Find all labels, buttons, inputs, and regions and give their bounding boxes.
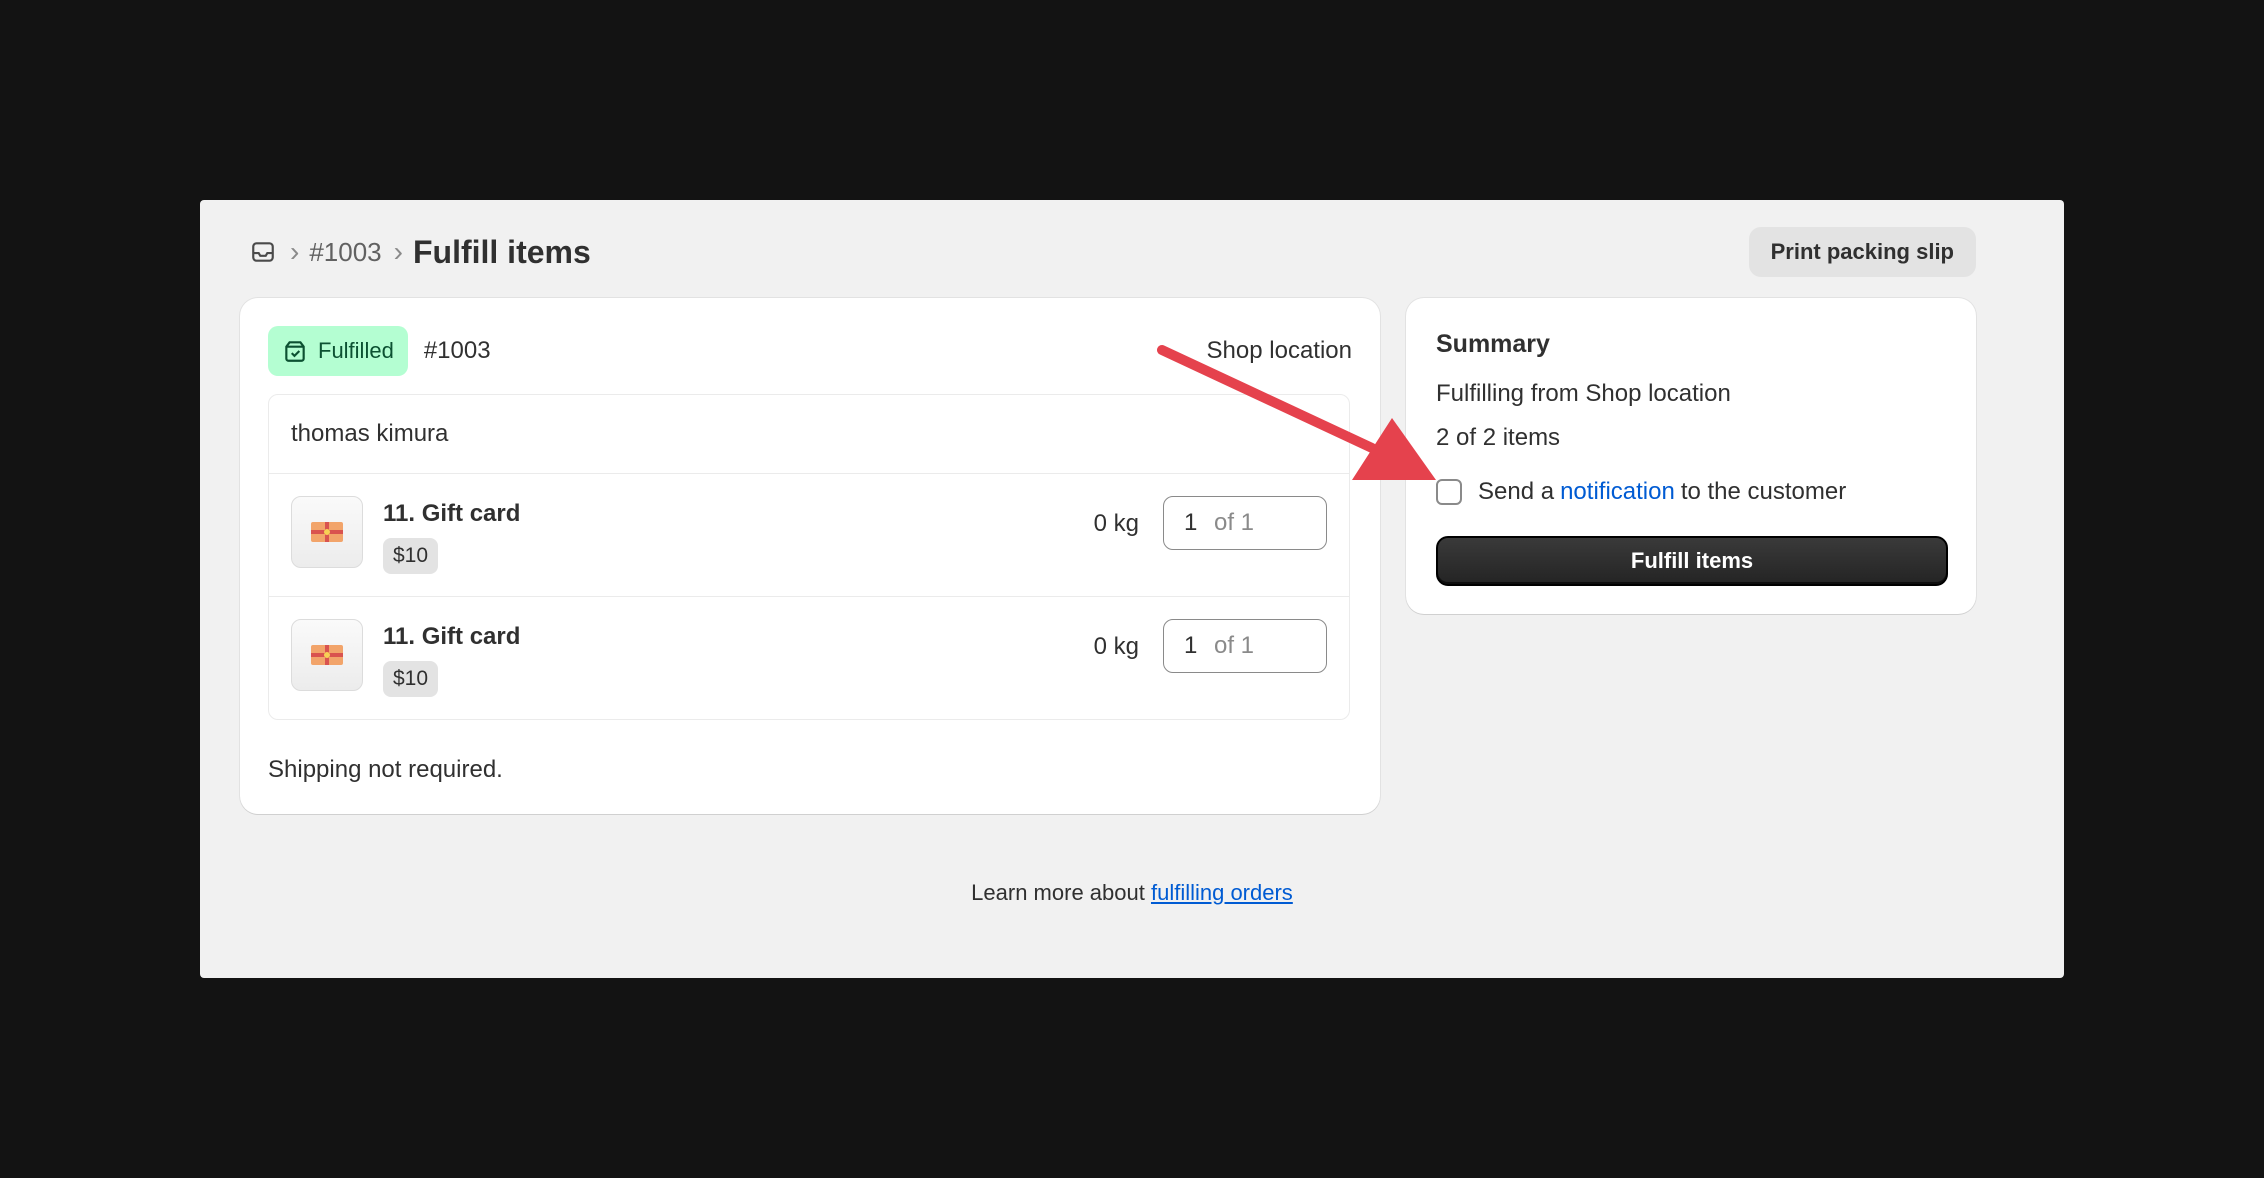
quantity-total: of 1 — [1214, 509, 1255, 536]
fulfillment-header: Fulfilled #1003 Shop location — [268, 326, 1352, 376]
summary-title: Summary — [1436, 330, 1550, 358]
gift-card-icon — [311, 522, 343, 542]
fulfillment-card: Fulfilled #1003 Shop location thomas kim… — [240, 298, 1380, 814]
quantity-input[interactable] — [1184, 632, 1206, 660]
summary-card: Summary Fulfilling from Shop location 2 … — [1406, 298, 1976, 614]
breadcrumb-order[interactable]: #1003 — [309, 237, 381, 268]
item-name[interactable]: 11. Gift card — [383, 500, 520, 528]
page-title: Fulfill items — [412, 233, 591, 270]
quantity-field[interactable]: of 1 — [1163, 619, 1327, 673]
learn-more-footer: Learn more about fulfilling orders — [200, 880, 2064, 906]
gift-card-icon — [311, 645, 343, 665]
status-badge: Fulfilled — [268, 326, 408, 376]
summary-location: Fulfilling from Shop location — [1436, 380, 1731, 407]
learn-more-prefix: Learn more about — [971, 880, 1145, 905]
notify-customer-checkbox[interactable] — [1436, 479, 1462, 505]
notify-prefix: Send a — [1478, 478, 1555, 505]
fulfilling-orders-link[interactable]: fulfilling orders — [1151, 880, 1293, 905]
line-item: 11. Gift card $10 0 kg of 1 — [269, 474, 1349, 597]
notification-link[interactable]: notification — [1560, 478, 1675, 506]
notify-suffix: to the customer — [1680, 478, 1847, 505]
item-name[interactable]: 11. Gift card — [383, 623, 520, 651]
order-id: #1003 — [423, 337, 491, 364]
item-weight: 0 kg — [1093, 510, 1139, 537]
orders-inbox-icon[interactable] — [248, 237, 278, 267]
summary-item-count: 2 of 2 items — [1436, 424, 1561, 451]
print-packing-slip-button[interactable]: Print packing slip — [1748, 227, 1976, 277]
status-badge-label: Fulfilled — [318, 338, 394, 363]
chevron-right-icon: › — [290, 236, 300, 267]
item-price: $10 — [383, 661, 439, 697]
line-items-box: thomas kimura 11. Gift card $10 0 kg of … — [268, 394, 1350, 720]
fulfill-items-page: › #1003 › Fulfill items Print packing sl… — [200, 200, 2064, 978]
quantity-total: of 1 — [1214, 632, 1255, 659]
shipping-note: Shipping not required. — [268, 756, 503, 783]
gift-card-thumbnail — [291, 619, 363, 691]
fulfilled-package-icon — [285, 341, 305, 362]
quantity-field[interactable]: of 1 — [1163, 496, 1327, 550]
gift-card-thumbnail — [291, 496, 363, 568]
quantity-input[interactable] — [1184, 509, 1206, 537]
item-weight: 0 kg — [1093, 633, 1139, 660]
chevron-right-icon: › — [393, 236, 403, 267]
customer-name: thomas kimura — [269, 395, 1349, 474]
fulfill-items-button[interactable]: Fulfill items — [1436, 536, 1948, 586]
page-header: › #1003 › Fulfill items Print packing sl… — [248, 227, 1976, 277]
item-price: $10 — [383, 538, 439, 574]
line-item: 11. Gift card $10 0 kg of 1 — [269, 597, 1349, 719]
notify-customer-option[interactable]: Send a notification to the customer — [1436, 478, 1846, 506]
fulfillment-location: Shop location — [1206, 337, 1352, 364]
